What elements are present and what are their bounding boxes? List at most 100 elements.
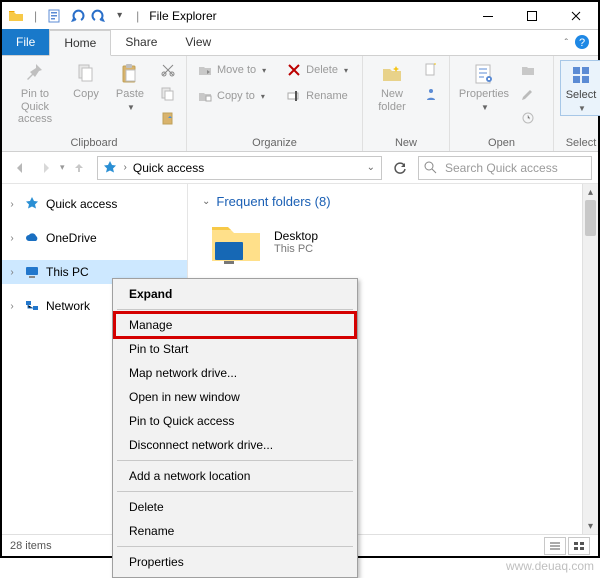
ctx-map-network-drive[interactable]: Map network drive...	[115, 361, 355, 385]
monitor-icon	[24, 264, 40, 280]
open-icon	[520, 62, 536, 78]
group-label: Organize	[193, 135, 356, 149]
separator	[117, 460, 353, 461]
history-button[interactable]	[516, 108, 540, 128]
folder-icon	[208, 219, 264, 265]
open-button[interactable]	[516, 60, 540, 80]
back-button[interactable]	[8, 156, 32, 180]
easy-access-icon	[423, 86, 439, 102]
ctx-open-new-window[interactable]: Open in new window	[115, 385, 355, 409]
rename-button[interactable]: Rename	[282, 86, 352, 106]
paste-button[interactable]: Paste ▼	[110, 60, 150, 112]
chevron-right-icon[interactable]: ›	[6, 233, 18, 244]
copy-to-button[interactable]: Copy to▾	[193, 86, 270, 106]
easy-access-button[interactable]	[419, 84, 443, 104]
new-item-button[interactable]	[419, 60, 443, 80]
scroll-down-icon[interactable]: ▾	[583, 518, 598, 534]
delete-button[interactable]: Delete▾	[282, 60, 352, 80]
chevron-right-icon[interactable]: ›	[124, 162, 127, 173]
ctx-add-network-location[interactable]: Add a network location	[115, 464, 355, 488]
scissors-icon	[160, 62, 176, 78]
help-icon[interactable]: ?	[574, 34, 590, 53]
pin-to-quick-access-button[interactable]: Pin to Quick access	[8, 60, 62, 126]
select-button[interactable]: Select ▼	[560, 60, 600, 116]
ctx-manage[interactable]: Manage	[115, 313, 355, 337]
scroll-thumb[interactable]	[585, 200, 596, 236]
chevron-down-icon: ▼	[127, 103, 135, 112]
chevron-down-icon: ▼	[578, 104, 586, 113]
ctx-expand[interactable]: Expand	[115, 282, 355, 306]
chevron-right-icon[interactable]: ›	[6, 199, 18, 210]
qat-dropdown-icon[interactable]: ▾	[117, 10, 122, 21]
forward-button[interactable]	[34, 156, 58, 180]
new-item-icon	[423, 62, 439, 78]
ctx-properties[interactable]: Properties	[115, 550, 355, 574]
group-label: Select	[560, 135, 600, 149]
scroll-up-icon[interactable]: ▴	[583, 184, 598, 200]
copy-path-icon	[160, 86, 176, 102]
ctx-delete[interactable]: Delete	[115, 495, 355, 519]
edit-icon	[520, 86, 536, 102]
properties-button[interactable]: Properties ▼	[456, 60, 512, 112]
nav-onedrive[interactable]: › OneDrive	[2, 226, 187, 250]
ribbon-tabs: File Home Share View ˆ ?	[2, 30, 598, 56]
minimize-button[interactable]	[466, 2, 510, 30]
undo-icon[interactable]	[69, 8, 85, 24]
redo-icon[interactable]	[91, 8, 107, 24]
group-label: New	[369, 135, 443, 149]
cut-button[interactable]	[156, 60, 180, 80]
minimize-ribbon-icon[interactable]: ˆ	[565, 38, 568, 49]
copy-button[interactable]: Copy	[66, 60, 106, 101]
separator	[117, 309, 353, 310]
new-folder-icon	[380, 62, 404, 86]
item-count: 28 items	[10, 540, 52, 552]
chevron-down-icon[interactable]: ⌄	[367, 162, 375, 173]
address-bar-row: ▾ › Quick access ⌄ Search Quick access	[2, 152, 598, 184]
chevron-right-icon[interactable]: ›	[6, 267, 18, 278]
folder-location: This PC	[274, 243, 318, 255]
move-to-button[interactable]: Move to▾	[193, 60, 270, 80]
file-tab[interactable]: File	[2, 29, 49, 55]
paste-shortcut-button[interactable]	[156, 108, 180, 128]
chevron-down-icon[interactable]: ⌄	[202, 196, 210, 207]
scrollbar[interactable]: ▴ ▾	[582, 184, 598, 534]
delete-icon	[286, 62, 302, 78]
nav-quick-access[interactable]: › Quick access	[2, 192, 187, 216]
refresh-button[interactable]	[388, 156, 412, 180]
icons-view-button[interactable]	[568, 537, 590, 555]
pin-icon	[23, 62, 47, 86]
up-button[interactable]	[67, 156, 91, 180]
ctx-rename[interactable]: Rename	[115, 519, 355, 543]
details-view-button[interactable]	[544, 537, 566, 555]
folder-name: Desktop	[274, 229, 318, 243]
close-button[interactable]	[554, 2, 598, 30]
address-location: Quick access	[133, 161, 204, 175]
address-bar[interactable]: › Quick access ⌄	[97, 156, 382, 180]
properties-icon[interactable]	[47, 8, 63, 24]
edit-button[interactable]	[516, 84, 540, 104]
search-icon	[423, 160, 439, 176]
separator	[117, 546, 353, 547]
frequent-folders-header[interactable]: ⌄ Frequent folders (8)	[202, 194, 588, 209]
new-folder-button[interactable]: New folder	[369, 60, 415, 113]
star-icon	[102, 160, 118, 176]
search-box[interactable]: Search Quick access	[418, 156, 592, 180]
copy-path-button[interactable]	[156, 84, 180, 104]
separator: |	[34, 9, 37, 23]
chevron-right-icon[interactable]: ›	[6, 301, 18, 312]
ctx-pin-quick-access[interactable]: Pin to Quick access	[115, 409, 355, 433]
svg-text:?: ?	[579, 37, 585, 49]
paste-shortcut-icon	[160, 110, 176, 126]
star-icon	[24, 196, 40, 212]
share-tab[interactable]: Share	[111, 29, 171, 55]
ctx-pin-to-start[interactable]: Pin to Start	[115, 337, 355, 361]
separator: |	[136, 9, 139, 23]
recent-locations-icon[interactable]: ▾	[60, 162, 65, 173]
view-tab[interactable]: View	[171, 29, 225, 55]
maximize-button[interactable]	[510, 2, 554, 30]
home-tab[interactable]: Home	[49, 30, 111, 56]
folder-item-desktop[interactable]: Desktop This PC	[208, 219, 588, 265]
ctx-disconnect-drive[interactable]: Disconnect network drive...	[115, 433, 355, 457]
context-menu: Expand Manage Pin to Start Map network d…	[112, 278, 358, 578]
select-icon	[569, 63, 593, 87]
